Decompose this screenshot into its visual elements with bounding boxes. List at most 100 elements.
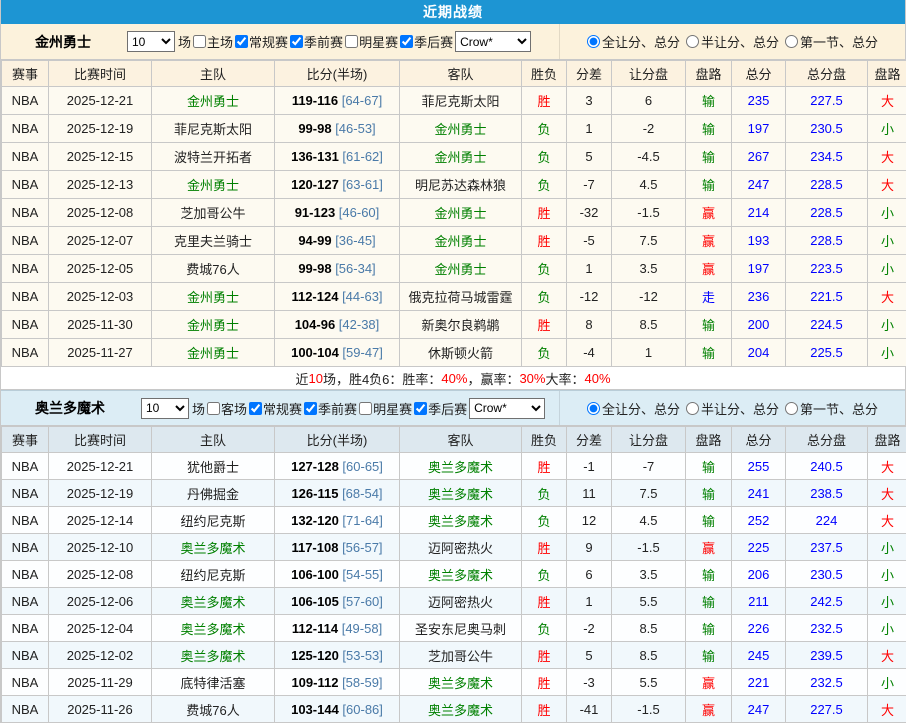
filter-left: 金州勇士 10 场 主场常规赛季前赛明星赛季后赛 Crow* [1,24,559,59]
odds-scope-radio[interactable] [785,35,798,48]
source-select[interactable]: Crow* [469,398,545,419]
away-team-cell: 金州勇士 [400,255,522,283]
games-label: 场 [178,32,191,51]
result-cell: 胜 [522,227,567,255]
filter-bar: 奥兰多魔术 10 场 客场常规赛季前赛明星赛季后赛 Crow* 全让分、总分半让… [1,390,905,426]
total-line-cell: 230.5 [786,561,868,588]
table-row: NBA2025-12-08纽约尼克斯106-100 [54-55]奥兰多魔术负6… [2,561,906,588]
score-cell: 119-116 [64-67] [275,87,400,115]
odds-scope-radio[interactable] [587,35,600,48]
league-cell: NBA [2,561,49,588]
diff-cell: -32 [567,199,612,227]
source-select[interactable]: Crow* [455,31,531,52]
result-cell: 胜 [522,453,567,480]
filter-checkbox[interactable] [345,35,358,48]
score-cell: 117-108 [56-57] [275,534,400,561]
column-header: 客队 [400,427,522,453]
filter-checkbox-label[interactable]: 明星赛 [357,399,412,418]
filter-checkbox[interactable] [207,402,220,415]
league-cell: NBA [2,199,49,227]
total-result-cell: 大 [868,453,906,480]
games-count-select[interactable]: 10 [141,398,189,419]
handicap-cell: -1.5 [612,696,686,723]
result-cell: 负 [522,480,567,507]
total-line-cell: 238.5 [786,480,868,507]
diff-cell: -3 [567,669,612,696]
total-cell: 204 [732,339,786,367]
filter-checkbox-label[interactable]: 季前赛 [302,399,357,418]
home-team-cell: 纽约尼克斯 [152,561,275,588]
total-line-cell: 223.5 [786,255,868,283]
total-cell: 245 [732,642,786,669]
checkbox-group: 客场常规赛季前赛明星赛季后赛 [205,399,467,418]
league-cell: NBA [2,480,49,507]
diff-cell: 12 [567,507,612,534]
total-result-cell: 大 [868,696,906,723]
summary-segment: 10 [308,371,322,386]
score-cell: 136-131 [61-62] [275,143,400,171]
odds-scope-radio-label[interactable]: 第一节、总分 [785,32,878,51]
league-cell: NBA [2,115,49,143]
odds-scope-radio[interactable] [587,402,600,415]
home-team-cell: 奥兰多魔术 [152,642,275,669]
total-result-cell: 小 [868,534,906,561]
handicap-result-cell: 赢 [686,669,732,696]
home-team-cell: 犹他爵士 [152,453,275,480]
league-cell: NBA [2,669,49,696]
result-cell: 胜 [522,311,567,339]
date-cell: 2025-12-19 [49,115,152,143]
odds-scope-radio[interactable] [686,402,699,415]
total-result-cell: 小 [868,669,906,696]
odds-scope-radio-label[interactable]: 半让分、总分 [686,32,779,51]
odds-scope-radio-label[interactable]: 第一节、总分 [785,399,878,418]
table-row: NBA2025-12-14纽约尼克斯132-120 [71-64]奥兰多魔术负1… [2,507,906,534]
odds-scope-radio-label[interactable]: 半让分、总分 [686,399,779,418]
total-cell: 200 [732,311,786,339]
total-cell: 197 [732,115,786,143]
summary-segment: ，赢率： [467,369,519,388]
header-row: 赛事比赛时间主队比分(半场)客队胜负分差让分盘盘路总分总分盘盘路 [2,61,906,87]
odds-scope-radio[interactable] [785,402,798,415]
away-team-cell: 圣安东尼奥马刺 [400,615,522,642]
games-count-select[interactable]: 10 [127,31,175,52]
filter-checkbox-label[interactable]: 常规赛 [233,32,288,51]
score-cell: 103-144 [60-86] [275,696,400,723]
score-cell: 125-120 [53-53] [275,642,400,669]
handicap-cell: 5.5 [612,588,686,615]
handicap-result-cell: 赢 [686,534,732,561]
handicap-result-cell: 输 [686,561,732,588]
column-header: 比分(半场) [275,427,400,453]
odds-scope-radio[interactable] [686,35,699,48]
filter-checkbox-label[interactable]: 主场 [191,32,233,51]
away-team-cell: 菲尼克斯太阳 [400,87,522,115]
filter-checkbox[interactable] [400,35,413,48]
odds-scope-radio-label[interactable]: 全让分、总分 [587,32,680,51]
total-result-cell: 小 [868,227,906,255]
result-cell: 负 [522,283,567,311]
column-header: 比赛时间 [49,61,152,87]
total-cell: 247 [732,696,786,723]
date-cell: 2025-12-04 [49,615,152,642]
filter-checkbox[interactable] [193,35,206,48]
score-cell: 106-100 [54-55] [275,561,400,588]
column-header: 盘路 [686,427,732,453]
filter-checkbox[interactable] [235,35,248,48]
filter-checkbox-label[interactable]: 常规赛 [247,399,302,418]
filter-checkbox-label[interactable]: 季后赛 [412,399,467,418]
filter-checkbox[interactable] [249,402,262,415]
filter-checkbox[interactable] [304,402,317,415]
games-label: 场 [192,399,205,418]
odds-scope-radio-label[interactable]: 全让分、总分 [587,399,680,418]
filter-checkbox[interactable] [414,402,427,415]
filter-checkbox-label[interactable]: 明星赛 [343,32,398,51]
filter-checkbox-label[interactable]: 客场 [205,399,247,418]
filter-checkbox[interactable] [359,402,372,415]
home-team-cell: 菲尼克斯太阳 [152,115,275,143]
filter-checkbox[interactable] [290,35,303,48]
home-team-cell: 克里夫兰骑士 [152,227,275,255]
filter-checkbox-label[interactable]: 季后赛 [398,32,453,51]
summary-segment: 场，胜4负6：胜率： [323,369,441,388]
summary-row: 近 10 场，胜4负6：胜率：40%，赢率：30% 大率：40% [1,367,905,390]
filter-checkbox-label[interactable]: 季前赛 [288,32,343,51]
column-header: 主队 [152,61,275,87]
